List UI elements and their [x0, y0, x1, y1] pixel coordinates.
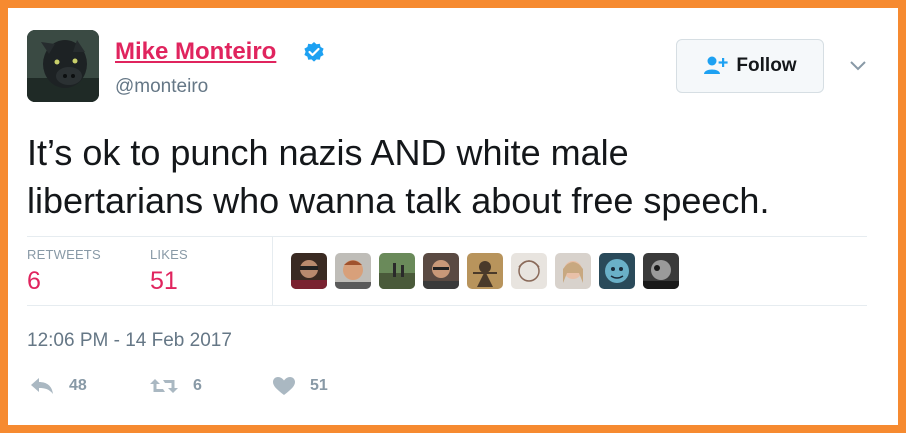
divider-bottom — [27, 305, 867, 306]
user-handle[interactable]: @monteiro — [115, 76, 208, 98]
heart-icon — [273, 377, 295, 395]
liker-avatar[interactable] — [291, 253, 327, 289]
avatar[interactable] — [27, 30, 99, 102]
retweet-count: 6 — [193, 377, 202, 394]
like-action[interactable]: 51 — [272, 376, 328, 396]
tweet-text-line-1: It’s ok to punch nazis AND white male — [27, 132, 629, 173]
tweet-text: It’s ok to punch nazis AND white male li… — [27, 129, 867, 225]
liker-avatar[interactable] — [423, 253, 459, 289]
liker-avatar[interactable] — [643, 253, 679, 289]
retweets-label[interactable]: RETWEETS — [27, 247, 101, 262]
retweets-count[interactable]: 6 — [27, 267, 41, 296]
reply-count: 48 — [69, 377, 87, 394]
stats-separator — [272, 237, 273, 306]
liker-avatar[interactable] — [511, 253, 547, 289]
avatar-image — [27, 30, 99, 102]
tweet-card: Mike Monteiro @monteiro Follow It’s ok t… — [8, 8, 898, 425]
liker-avatar[interactable] — [555, 253, 591, 289]
follow-button[interactable]: Follow — [676, 39, 824, 93]
tweet-timestamp[interactable]: 12:06 PM - 14 Feb 2017 — [27, 330, 232, 352]
divider-top — [27, 236, 867, 237]
reply-action[interactable]: 48 — [29, 376, 87, 396]
like-count: 51 — [310, 377, 328, 394]
liker-avatar[interactable] — [379, 253, 415, 289]
user-name[interactable]: Mike Monteiro — [115, 38, 276, 66]
reply-icon — [31, 378, 53, 394]
retweet-icon — [150, 379, 178, 393]
liker-avatar[interactable] — [599, 253, 635, 289]
retweet-action[interactable]: 6 — [149, 376, 202, 396]
liker-avatar[interactable] — [335, 253, 371, 289]
likes-label[interactable]: LIKES — [150, 247, 188, 262]
likes-count[interactable]: 51 — [150, 267, 178, 296]
follow-button-label: Follow — [736, 55, 797, 76]
add-user-icon — [704, 56, 729, 74]
chevron-down-icon[interactable] — [848, 58, 868, 72]
liker-avatars — [291, 253, 687, 289]
tweet-text-line-2: libertarians who wanna talk about free s… — [27, 180, 770, 221]
liker-avatar[interactable] — [467, 253, 503, 289]
verified-badge-icon — [304, 42, 324, 62]
